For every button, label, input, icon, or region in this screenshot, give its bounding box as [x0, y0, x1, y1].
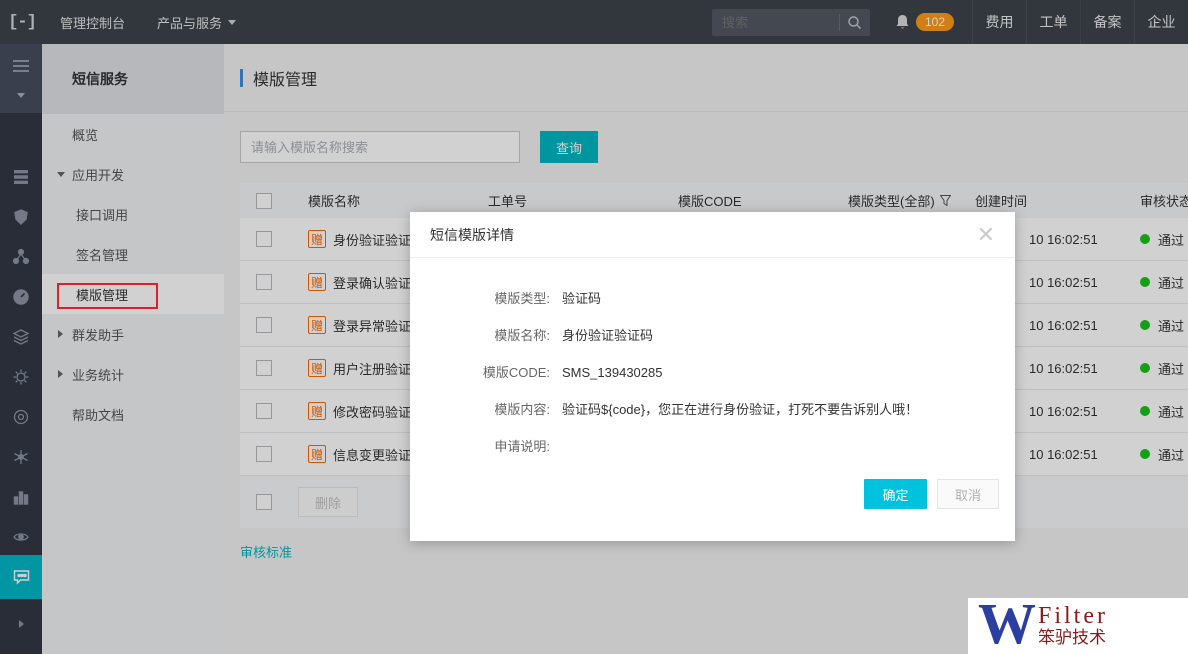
watermark-logo: W: [978, 600, 1036, 648]
confirm-button[interactable]: 确定: [864, 479, 927, 509]
cancel-button[interactable]: 取消: [937, 479, 999, 509]
modal-title: 短信模版详情: [430, 225, 514, 245]
field-template-code: 模版CODE: SMS_139430285: [410, 362, 1015, 384]
watermark-subtitle: 笨驴技术: [1038, 628, 1108, 648]
modal-body: 模版类型: 验证码 模版名称: 身份验证验证码 模版CODE: SMS_1394…: [410, 258, 1015, 479]
field-template-content: 模版内容: 验证码${code}，您正在进行身份验证，打死不要告诉别人哦！: [410, 399, 1015, 421]
field-template-name: 模版名称: 身份验证验证码: [410, 325, 1015, 347]
modal-footer: 确定 取消: [410, 479, 1015, 541]
watermark-name: Filter: [1038, 604, 1108, 628]
sms-template-detail-modal: 短信模版详情 ✕ 模版类型: 验证码 模版名称: 身份验证验证码 模版CODE:…: [410, 212, 1015, 541]
field-template-type: 模版类型: 验证码: [410, 288, 1015, 310]
close-icon[interactable]: ✕: [977, 224, 995, 246]
modal-header: 短信模版详情 ✕: [410, 212, 1015, 258]
field-apply-note: 申请说明:: [410, 436, 1015, 458]
wfilter-watermark: W Filter 笨驴技术: [968, 598, 1188, 654]
